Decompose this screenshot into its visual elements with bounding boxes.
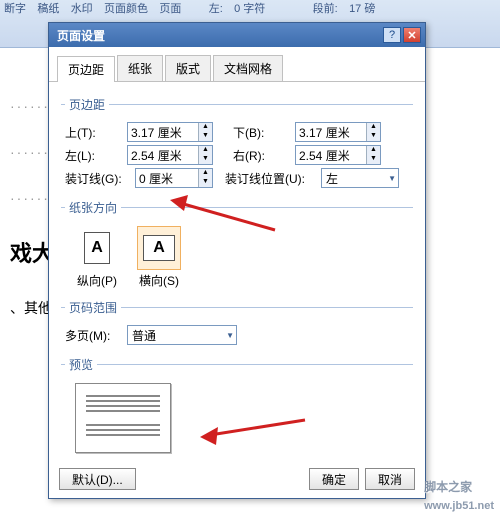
spin-down-icon[interactable]: ▼: [199, 178, 212, 187]
spin-down-icon[interactable]: ▼: [367, 155, 380, 164]
preview-legend: 预览: [65, 356, 97, 373]
spin-down-icon[interactable]: ▼: [199, 155, 212, 164]
titlebar[interactable]: 页面设置 ? ✕: [49, 23, 425, 47]
chevron-down-icon: ▼: [226, 331, 234, 340]
ribbon-item[interactable]: 断字: [4, 0, 26, 16]
gutter-input[interactable]: [136, 169, 198, 187]
margins-legend: 页边距: [65, 96, 109, 113]
spin-up-icon[interactable]: ▲: [367, 123, 380, 132]
pages-section: 页码范围 多页(M): 普通▼: [61, 299, 413, 350]
dialog-body: 页边距 上(T): ▲▼ 下(B): ▲▼ 左(L): ▲▼ 右(R): ▲▼ …: [49, 82, 425, 464]
close-button[interactable]: ✕: [403, 27, 421, 43]
landscape-icon: A: [143, 235, 175, 261]
ribbon-item[interactable]: 页面颜色: [104, 0, 148, 16]
tab-grid[interactable]: 文档网格: [213, 55, 283, 81]
spin-up-icon[interactable]: ▲: [199, 123, 212, 132]
margins-section: 页边距 上(T): ▲▼ 下(B): ▲▼ 左(L): ▲▼ 右(R): ▲▼ …: [61, 96, 413, 193]
orientation-section: 纸张方向 A 纵向(P) A 横向(S): [61, 199, 413, 293]
tab-paper[interactable]: 纸张: [117, 55, 163, 81]
orientation-landscape[interactable]: A 横向(S): [137, 226, 181, 289]
bottom-spinner[interactable]: ▲▼: [295, 122, 381, 142]
orientation-legend: 纸张方向: [65, 199, 121, 216]
bottom-input[interactable]: [296, 123, 366, 141]
left-input[interactable]: [128, 146, 198, 164]
spin-up-icon[interactable]: ▲: [199, 169, 212, 178]
right-input[interactable]: [296, 146, 366, 164]
orientation-portrait[interactable]: A 纵向(P): [75, 226, 119, 289]
gutterpos-select[interactable]: 左▼: [321, 168, 399, 188]
gutterpos-value: 左: [326, 170, 388, 187]
ribbon-item[interactable]: 稿纸: [37, 0, 59, 16]
gutter-spinner[interactable]: ▲▼: [135, 168, 213, 188]
right-label: 右(R):: [233, 147, 295, 164]
tab-strip: 页边距 纸张 版式 文档网格: [49, 47, 425, 82]
spin-up-icon[interactable]: ▲: [199, 146, 212, 155]
tab-margins[interactable]: 页边距: [57, 56, 115, 82]
spin-up-icon[interactable]: ▲: [367, 146, 380, 155]
tab-layout[interactable]: 版式: [165, 55, 211, 81]
right-spinner[interactable]: ▲▼: [295, 145, 381, 165]
ribbon-item[interactable]: 页面: [159, 0, 181, 16]
portrait-label: 纵向(P): [77, 274, 117, 288]
left-label: 左(L):: [65, 147, 127, 164]
help-button[interactable]: ?: [383, 27, 401, 43]
multipage-value: 普通: [132, 327, 226, 344]
gutterpos-label: 装订线位置(U):: [225, 170, 321, 187]
indent-value: 0 字符: [234, 0, 265, 16]
watermark: 脚本之家 www.jb51.net: [424, 478, 494, 514]
dialog-buttons: 默认(D)... 确定 取消: [49, 464, 425, 498]
multipage-select[interactable]: 普通▼: [127, 325, 237, 345]
top-label: 上(T):: [65, 124, 127, 141]
spin-down-icon[interactable]: ▼: [199, 132, 212, 141]
spin-down-icon[interactable]: ▼: [367, 132, 380, 141]
landscape-label: 横向(S): [139, 274, 179, 288]
portrait-icon: A: [84, 232, 110, 264]
dialog-title: 页面设置: [57, 27, 381, 44]
gutter-label: 装订线(G):: [65, 170, 135, 187]
top-input[interactable]: [128, 123, 198, 141]
indent-label: 左:: [209, 0, 223, 16]
cancel-button[interactable]: 取消: [365, 468, 415, 490]
ribbon-item[interactable]: 水印: [71, 0, 93, 16]
preview-section: 预览: [61, 356, 413, 459]
ok-button[interactable]: 确定: [309, 468, 359, 490]
bottom-label: 下(B):: [233, 124, 295, 141]
left-spinner[interactable]: ▲▼: [127, 145, 213, 165]
top-spinner[interactable]: ▲▼: [127, 122, 213, 142]
preview-page-icon: [75, 383, 171, 453]
page-setup-dialog: 页面设置 ? ✕ 页边距 纸张 版式 文档网格 页边距 上(T): ▲▼ 下(B…: [48, 22, 426, 499]
chevron-down-icon: ▼: [388, 174, 396, 183]
spacing-label: 段前:: [313, 0, 338, 16]
pages-legend: 页码范围: [65, 299, 121, 316]
multipage-label: 多页(M):: [65, 327, 127, 344]
default-button[interactable]: 默认(D)...: [59, 468, 136, 490]
spacing-value: 17 磅: [349, 0, 375, 16]
